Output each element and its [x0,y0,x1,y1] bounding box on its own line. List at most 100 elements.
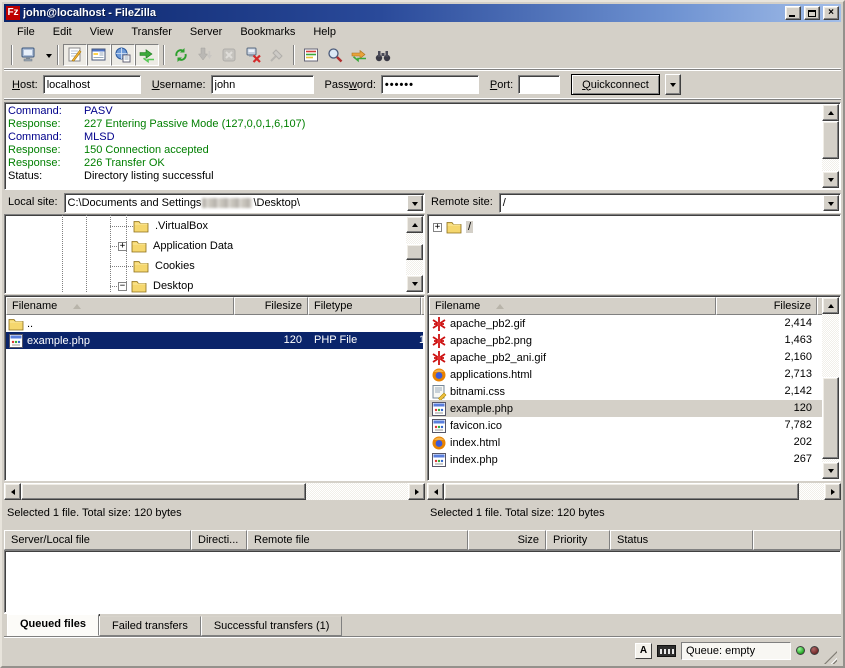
column-direction[interactable]: Directi... [191,530,247,550]
menu-transfer[interactable]: Transfer [122,24,181,40]
filter-button[interactable] [299,44,323,66]
tree-item-virtualbox[interactable]: .VirtualBox [133,217,210,235]
tree-item-application-data[interactable]: + Application Data [118,237,235,255]
quickconnect-dropdown[interactable] [665,74,681,95]
cancel-button[interactable] [217,44,241,66]
scroll-thumb[interactable] [21,483,306,500]
remote-file-list[interactable]: Filename Filesize apache_pb2.gif 2,414 a… [427,295,841,481]
toggle-message-log-button[interactable] [63,44,87,66]
file-row[interactable]: apache_pb2.png 1,463 [429,332,822,349]
column-size[interactable]: Size [468,530,546,550]
combo-dropdown-icon[interactable] [407,195,423,211]
file-row-example-php[interactable]: example.php 120 [429,400,822,417]
scroll-right-icon[interactable] [408,483,425,500]
maximize-button[interactable] [804,6,820,20]
file-row-example-php[interactable]: example.php 120 PHP File 1 [6,332,423,349]
file-row[interactable]: applications.html 2,713 [429,366,822,383]
remote-directory-tree[interactable]: + / [427,214,841,294]
expand-plus-icon[interactable]: + [118,242,127,251]
local-tree-scrollbar[interactable] [406,216,423,292]
scroll-thumb[interactable] [406,244,423,260]
host-label: Host: [12,79,38,91]
remote-list-hscrollbar[interactable] [427,483,841,500]
scroll-right-icon[interactable] [824,483,841,500]
host-input[interactable] [43,75,141,94]
menu-edit[interactable]: Edit [44,24,81,40]
column-priority[interactable]: Priority [546,530,610,550]
site-manager-dropdown[interactable] [41,44,53,66]
tab-failed-transfers[interactable]: Failed transfers [99,616,201,636]
scroll-up-icon[interactable] [822,297,839,314]
toggle-local-tree-button[interactable] [87,44,111,66]
username-input[interactable] [211,75,314,94]
menu-view[interactable]: View [81,24,123,40]
menu-server[interactable]: Server [181,24,231,40]
toggle-remote-tree-button[interactable] [111,44,135,66]
file-row[interactable]: apache_pb2.gif 2,414 [429,315,822,332]
title-bar[interactable]: Fz john@localhost - FileZilla × [4,4,841,22]
tree-item-root[interactable]: + / [433,218,473,236]
tab-queued-files[interactable]: Queued files [7,614,99,636]
directory-comparison-button[interactable] [323,44,347,66]
menu-help[interactable]: Help [304,24,345,40]
port-input[interactable] [518,75,560,94]
column-last-modified[interactable]: L [421,297,425,315]
remote-path-combo[interactable]: / [499,193,841,213]
column-filetype[interactable]: Filetype [308,297,421,315]
queue-list[interactable] [4,550,841,613]
disconnect-button[interactable] [241,44,265,66]
scroll-thumb[interactable] [822,377,839,459]
message-log[interactable]: Command:PASV Response:227 Entering Passi… [4,102,841,190]
scroll-down-icon[interactable] [406,275,423,292]
file-row[interactable]: bitnami.css 2,142 [429,383,822,400]
column-status[interactable]: Status [610,530,753,550]
reconnect-button[interactable] [265,44,289,66]
find-files-button[interactable] [371,44,395,66]
local-list-hscrollbar[interactable] [4,483,425,500]
toggle-queue-button[interactable] [135,44,159,66]
scroll-left-icon[interactable] [427,483,444,500]
collapse-minus-icon[interactable]: − [118,282,127,291]
tree-item-cookies[interactable]: Cookies [133,257,197,275]
synchronized-browsing-button[interactable] [347,44,371,66]
password-input[interactable] [381,75,479,94]
scroll-down-icon[interactable] [822,171,839,188]
column-filesize[interactable]: Filesize [716,297,817,315]
scroll-thumb[interactable] [444,483,799,500]
file-row[interactable]: apache_pb2_ani.gif 2,160 [429,349,822,366]
resize-grip[interactable] [824,651,837,664]
combo-dropdown-icon[interactable] [823,195,839,211]
scroll-thumb[interactable] [822,121,839,159]
column-filename[interactable]: Filename [429,297,716,315]
column-filename[interactable]: Filename [6,297,234,315]
local-file-list[interactable]: Filename Filesize Filetype L .. example.… [4,295,425,481]
process-queue-button[interactable] [193,44,217,66]
column-filesize[interactable]: Filesize [234,297,308,315]
scroll-left-icon[interactable] [4,483,21,500]
column-remote-file[interactable]: Remote file [247,530,468,550]
minimize-button[interactable] [785,6,801,20]
quickconnect-button[interactable]: Quickconnect [571,74,660,95]
scroll-down-icon[interactable] [822,462,839,479]
file-row[interactable]: favicon.ico 7,782 [429,417,822,434]
refresh-button[interactable] [169,44,193,66]
close-button[interactable]: × [823,6,839,20]
site-manager-button[interactable] [17,44,41,66]
transfer-type-indicator-icon[interactable]: A [635,643,652,659]
expand-plus-icon[interactable]: + [433,223,442,232]
column-server-local-file[interactable]: Server/Local file [4,530,191,550]
menu-bookmarks[interactable]: Bookmarks [231,24,304,40]
tree-item-desktop[interactable]: − Desktop [118,277,195,294]
scroll-up-icon[interactable] [822,104,839,121]
log-scrollbar[interactable] [822,104,839,188]
file-row[interactable]: index.php 267 [429,451,822,468]
file-row[interactable]: index.html 202 [429,434,822,451]
speedlimit-icon[interactable] [657,645,676,657]
local-directory-tree[interactable]: .VirtualBox + Application Data Cookies −… [4,214,425,294]
tab-successful-transfers[interactable]: Successful transfers (1) [201,616,343,636]
menu-file[interactable]: File [8,24,44,40]
local-path-combo[interactable]: C:\Documents and Settings\Desktop\ [64,193,425,213]
parent-directory-row[interactable]: .. [6,315,423,332]
remote-list-scrollbar[interactable] [822,297,839,479]
scroll-up-icon[interactable] [406,216,423,233]
